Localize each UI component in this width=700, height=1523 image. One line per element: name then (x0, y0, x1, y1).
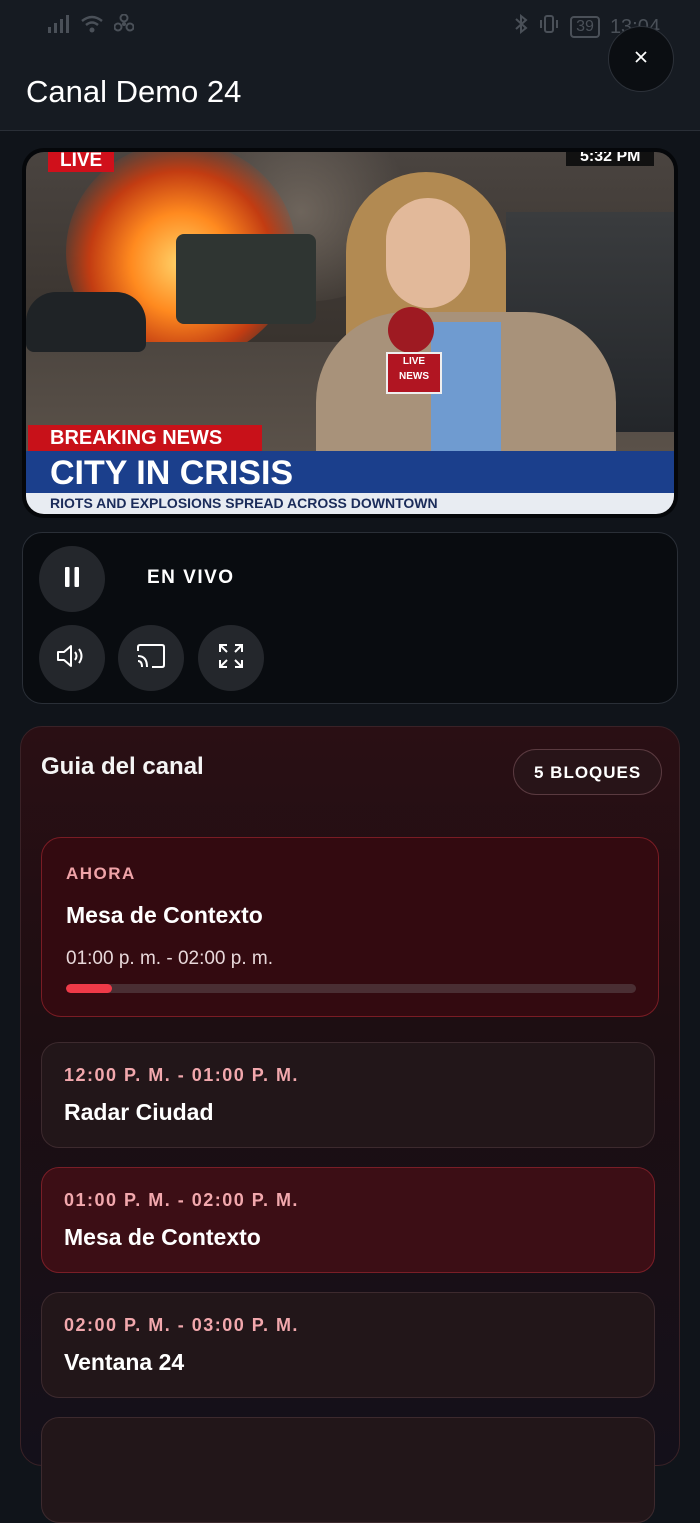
live-tag: LIVE (48, 152, 115, 172)
status-icons-left (48, 13, 135, 40)
headline: CITY IN CRISIS (50, 454, 294, 492)
schedule-item-time: 01:00 P. M. - 02:00 P. M. (64, 1190, 299, 1210)
pause-button[interactable] (39, 546, 105, 612)
truck (176, 234, 316, 324)
blocks-badge[interactable]: 5 BLOQUES (513, 749, 663, 795)
schedule-item-partial[interactable] (41, 1417, 655, 1523)
close-button[interactable] (608, 26, 674, 92)
bluetooth-icon (514, 13, 528, 40)
breaking-news-banner: BREAKING NEWS (28, 425, 262, 451)
car (26, 292, 146, 352)
fullscreen-icon (217, 642, 245, 675)
signal-icon (48, 15, 70, 39)
news-ticker: RIOTS AND EXPLOSIONS SPREAD ACROSS DOWNT… (26, 493, 674, 514)
volume-button[interactable] (39, 625, 105, 691)
channel-guide: Guia del canal 5 BLOQUES AHORA Mesa de C… (20, 726, 680, 1523)
fan-icon (113, 13, 135, 40)
schedule-item-time: 02:00 P. M. - 03:00 P. M. (64, 1315, 299, 1335)
program-progress (66, 984, 636, 993)
broadcast-time: 5:32 PM (566, 152, 655, 166)
schedule-item-title: Mesa de Contexto (64, 1224, 261, 1250)
now-title: Mesa de Contexto (66, 902, 263, 928)
pause-icon (62, 565, 82, 594)
schedule-item-title: Ventana 24 (64, 1349, 185, 1375)
video-player[interactable]: LIVE NEWS LIVE 5:32 PM BREAKING NEWS CIT… (22, 148, 678, 518)
schedule-item[interactable]: 12:00 P. M. - 01:00 P. M. Radar Ciudad (41, 1042, 655, 1148)
volume-icon (56, 644, 88, 673)
schedule-item-time: 12:00 P. M. - 01:00 P. M. (64, 1065, 299, 1085)
wifi-icon (80, 15, 104, 39)
battery-indicator: 39 (570, 16, 600, 38)
status-bar: 39 13:04 (0, 0, 700, 52)
player-controls: EN VIVO (22, 532, 678, 704)
fullscreen-button[interactable] (198, 625, 264, 691)
header: Canal Demo 24 (0, 52, 700, 131)
mic-flag: LIVE NEWS (386, 352, 442, 394)
vibrate-icon (538, 14, 560, 40)
guide-title: Guia del canal (41, 753, 204, 780)
schedule-item-title: Radar Ciudad (64, 1099, 214, 1125)
reporter-face (386, 198, 470, 308)
now-label: AHORA (66, 864, 136, 883)
now-playing-card[interactable]: AHORA Mesa de Contexto 01:00 p. m. - 02:… (41, 837, 659, 1017)
schedule-item-active[interactable]: 01:00 P. M. - 02:00 P. M. Mesa de Contex… (41, 1167, 655, 1273)
program-progress-fill (66, 984, 112, 993)
live-status: EN VIVO (147, 567, 235, 588)
close-icon (634, 50, 648, 69)
reporter-shirt (431, 322, 501, 472)
schedule-item[interactable]: 02:00 P. M. - 03:00 P. M. Ventana 24 (41, 1292, 655, 1398)
cast-button[interactable] (118, 625, 184, 691)
microphone (388, 307, 434, 353)
cast-icon (135, 643, 167, 674)
now-time: 01:00 p. m. - 02:00 p. m. (66, 948, 273, 969)
video-frame: LIVE NEWS LIVE 5:32 PM BREAKING NEWS CIT… (26, 152, 674, 514)
page-title: Canal Demo 24 (26, 74, 242, 109)
